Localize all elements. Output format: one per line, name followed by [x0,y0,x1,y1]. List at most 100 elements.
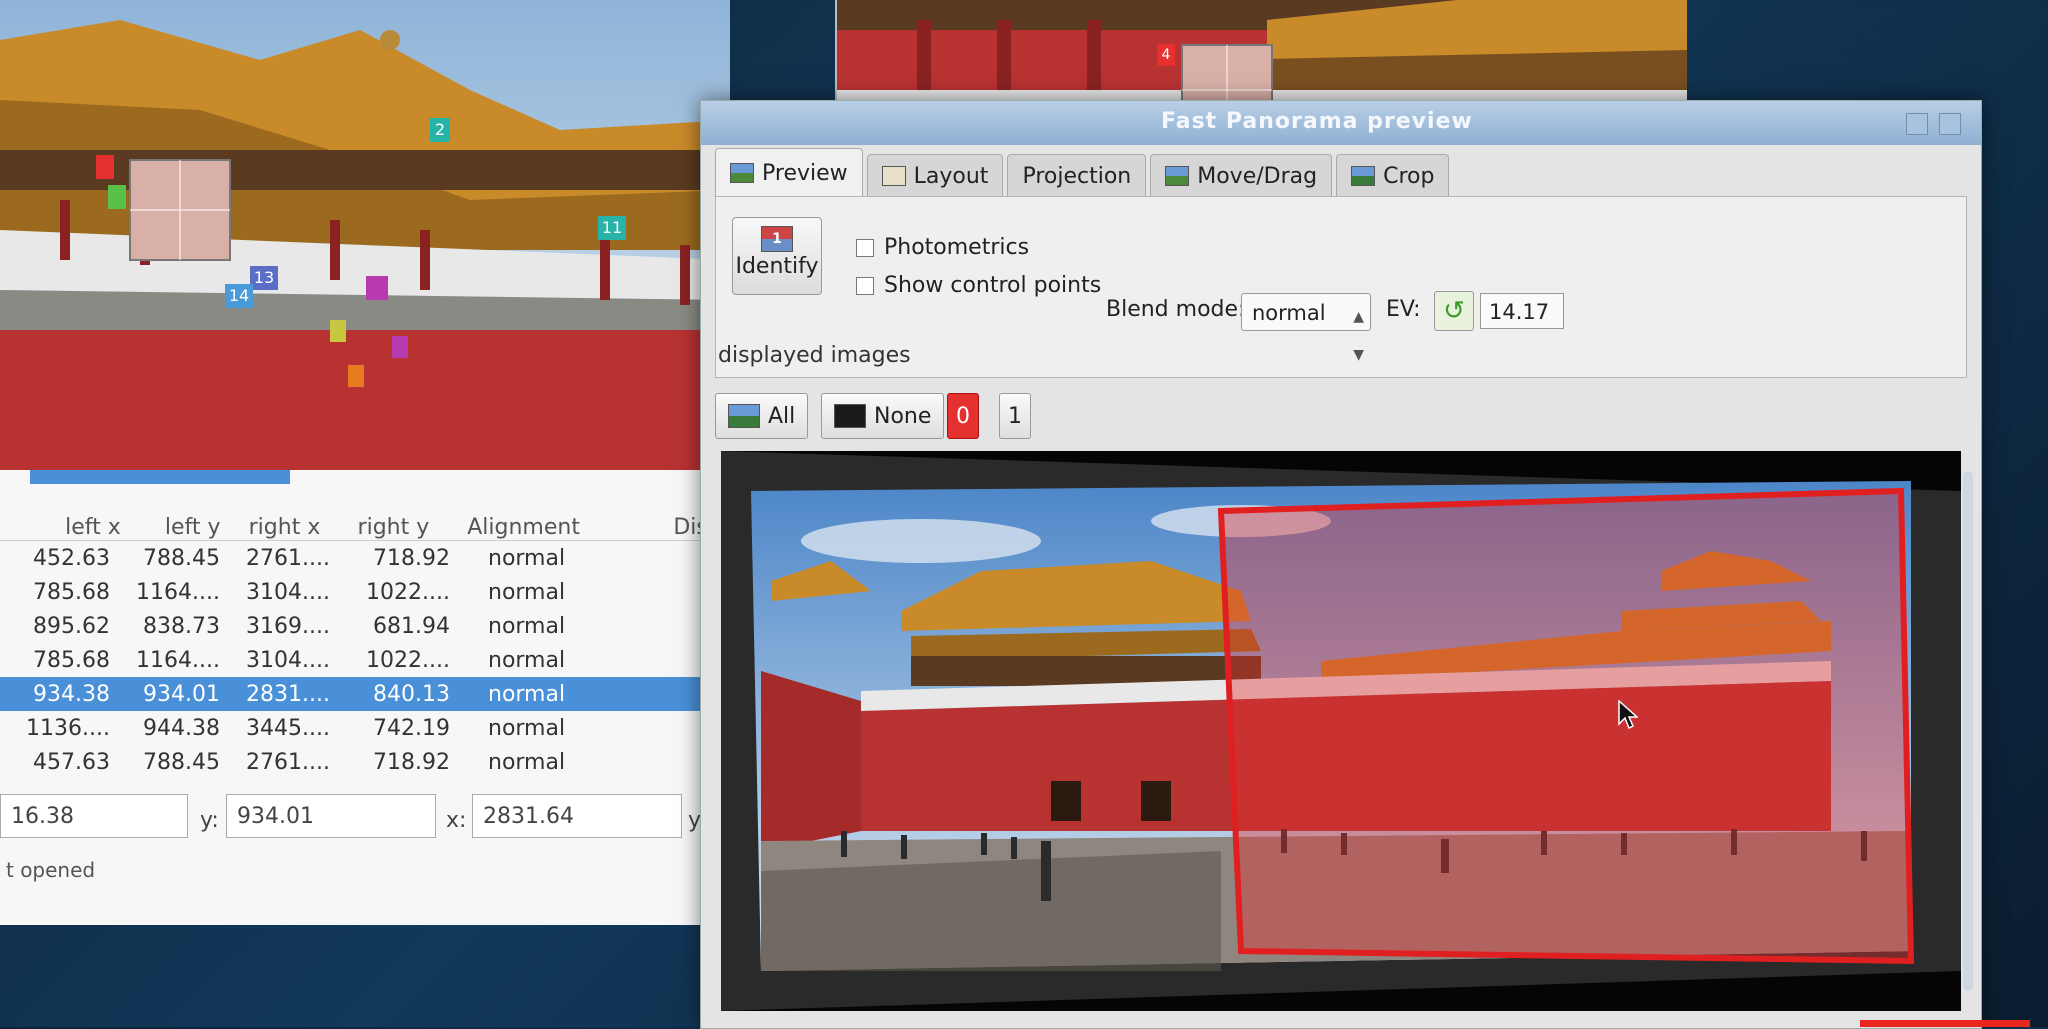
table-cell: 1164.... [136,579,220,605]
tab-crop[interactable]: Crop [1336,154,1450,197]
table-cell: 3104.... [246,647,330,673]
table-cell: 788.45 [143,545,220,571]
mouse-cursor-icon [1618,700,1638,730]
undo-arrow-icon: ↺ [1443,296,1465,326]
show-control-points-checkbox[interactable] [856,276,874,295]
image-toggle-1[interactable]: 1 [999,393,1031,439]
control-point-marker[interactable] [366,276,388,300]
table-cell: 895.62 [33,613,110,639]
left-image-view[interactable]: 2 11 13 14 [0,0,730,470]
show-control-points-label: Show control points [884,273,1102,298]
window-title: Fast Panorama preview [1161,109,1473,134]
table-cell: 457.63 [33,749,110,775]
control-point-marker[interactable]: 2 [430,118,450,142]
table-cell: 742.19 [373,715,450,741]
image-number: 1 [1008,403,1022,429]
table-cell: 681.94 [373,613,450,639]
identify-button[interactable]: 1 Identify [732,217,822,295]
table-row[interactable]: 457.63 788.45 2761.... 718.92 normal [0,745,730,779]
column-header[interactable]: left x [30,515,121,540]
column-header[interactable]: Alignment [429,515,603,540]
fast-panorama-preview-window: Fast Panorama preview Preview Layout Pro… [700,100,1982,1029]
tab-move-drag[interactable]: Move/Drag [1150,154,1333,197]
left-x-field[interactable]: 16.38 [0,794,188,838]
horizontal-scrollbar[interactable] [30,470,290,484]
identify-icon: 1 [761,226,793,252]
panorama-image [721,451,1961,1011]
table-cell: normal [488,579,566,605]
column-header[interactable]: left y [121,515,221,540]
table-row[interactable]: 895.62 838.73 3169.... 681.94 normal [0,609,730,643]
control-point-marker[interactable] [96,155,114,179]
table-cell: 934.01 [143,681,220,707]
control-point-marker[interactable]: 13 [250,266,278,290]
none-label: None [874,403,932,429]
table-cell: 1136.... [26,715,110,741]
table-row[interactable]: 1136.... 944.38 3445.... 742.19 normal [0,711,730,745]
table-cell: normal [488,647,566,673]
column-header[interactable]: right x [221,515,321,540]
table-row[interactable]: 785.68 1164.... 3104.... 1022.... normal [0,643,730,677]
table-cell: normal [488,545,566,571]
table-cell: 838.73 [143,613,220,639]
table-cell: 452.63 [33,545,110,571]
table-cell: normal [488,681,566,707]
blend-mode-select[interactable]: normal ▲ ▼ [1241,293,1371,363]
tab-preview[interactable]: Preview [715,148,863,197]
tab-bar: Preview Layout Projection Move/Drag Crop [715,147,1453,197]
tab-projection[interactable]: Projection [1007,154,1147,197]
table-cell: normal [488,749,566,775]
control-point-table[interactable]: left x left y right x right y Alignment … [0,470,730,925]
layout-icon [881,166,906,186]
table-cell: 1164.... [136,647,220,673]
ev-label: EV: [1386,297,1421,322]
control-point-marker[interactable]: 14 [225,284,253,308]
table-row[interactable]: 934.38 934.01 2831.... 840.13 normal [0,677,730,711]
table-row[interactable]: 785.68 1164.... 3104.... 1022.... normal [0,575,730,609]
table-cell: 3445.... [246,715,330,741]
control-point-marker[interactable]: 11 [598,216,626,240]
right-x-field[interactable]: 2831.64 [472,794,682,838]
panorama-preview-canvas[interactable] [721,451,1961,1011]
image-toggle-0[interactable]: 0 [947,393,979,439]
table-cell: 718.92 [373,545,450,571]
control-point-marker[interactable] [330,320,346,342]
column-header[interactable]: right y [320,515,430,540]
image-number: 0 [956,403,970,429]
show-none-button[interactable]: None [821,393,945,439]
show-control-points-row[interactable]: Show control points [856,273,1101,298]
control-point-marker[interactable] [108,185,126,209]
x-label: x: [446,808,467,833]
left-y-field[interactable]: 934.01 [226,794,436,838]
table-row[interactable]: 452.63 788.45 2761.... 718.92 normal [0,541,730,575]
preview-icon [730,163,754,183]
table-cell: 2761.... [246,545,330,571]
minimize-icon[interactable] [1906,113,1928,135]
progress-indicator [1860,1020,2030,1027]
table-cell: 944.38 [143,715,220,741]
tab-layout[interactable]: Layout [866,154,1004,197]
photometrics-checkbox[interactable] [856,238,874,257]
ev-spinbox[interactable]: 14.17 [1480,293,1564,329]
table-cell: normal [488,613,566,639]
tab-label: Crop [1383,163,1435,189]
title-bar[interactable]: Fast Panorama preview [701,101,1981,145]
all-images-icon [728,404,760,428]
no-images-icon [834,404,866,428]
control-point-marker[interactable] [348,365,364,387]
control-point-marker[interactable] [392,336,408,358]
control-point-fields: 16.38 y: 934.01 x: 2831.64 y: 8 [0,790,730,850]
reset-exposure-button[interactable]: ↺ [1434,291,1474,331]
show-all-button[interactable]: All [715,393,809,439]
table-cell: 3104.... [246,579,330,605]
close-icon[interactable] [1939,113,1961,135]
status-bar: t opened [6,858,96,882]
tab-label: Projection [1022,163,1132,189]
preview-panel: 1 Identify Photometrics Show control poi… [715,196,1967,378]
table-cell: 1022.... [366,647,450,673]
control-point-marker[interactable]: 4 [1157,44,1175,66]
table-cell: 785.68 [33,579,110,605]
vertical-scrollbar[interactable] [1963,471,1973,991]
photometrics-checkbox-row[interactable]: Photometrics [856,235,1029,260]
tab-label: Layout [913,163,989,189]
